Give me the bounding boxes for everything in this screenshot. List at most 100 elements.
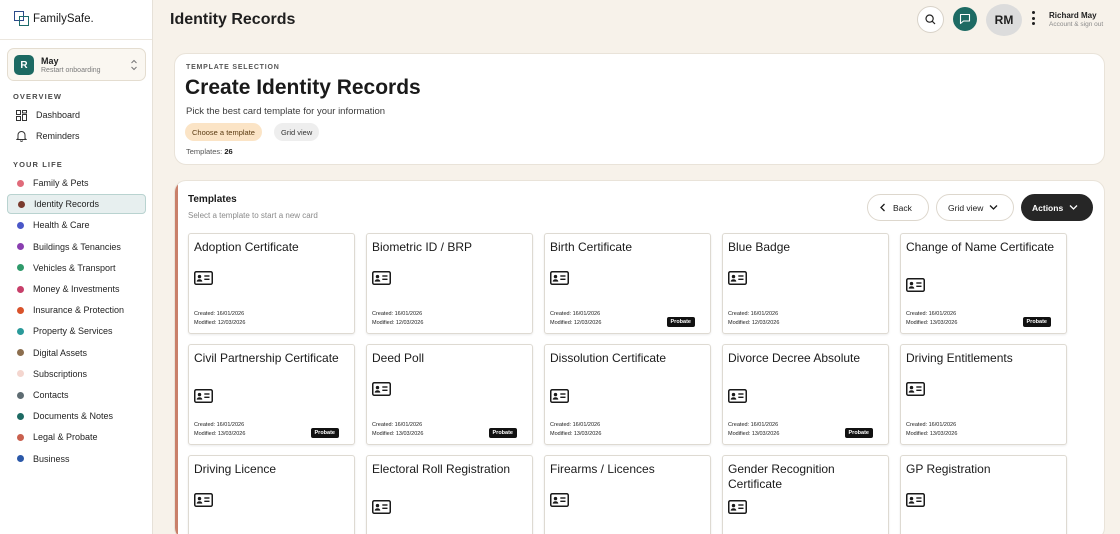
user-name: Richard May <box>1049 11 1097 20</box>
chevron-down-icon <box>989 205 998 210</box>
sidebar-item-label: Business <box>33 453 70 464</box>
probate-badge: Probate <box>488 428 517 438</box>
created-date: Created: 16/01/2026 <box>550 422 601 428</box>
template-name: Gender Recognition Certificate <box>728 462 835 491</box>
divider <box>0 39 152 40</box>
sidebar-item-contacts[interactable]: Contacts <box>7 385 146 405</box>
sidebar-item-label: Subscriptions <box>33 368 88 379</box>
modified-date: Modified: 13/03/2026 <box>906 430 958 437</box>
template-card[interactable]: Deed Poll Created: 16/01/2026 Modified: 13… <box>366 344 533 445</box>
template-selection-card: TEMPLATE SELECTION Create Identity Recor… <box>174 53 1105 165</box>
template-count-value: 26 <box>224 147 233 156</box>
created-date: Created: 16/01/2026 <box>194 311 245 317</box>
sidebar-item-identity-records[interactable]: Identity Records <box>7 194 146 215</box>
sidebar-item-buildings-tenancies[interactable]: Buildings & Tenancies <box>7 237 146 257</box>
id-card-icon <box>550 493 569 507</box>
template-name: Blue Badge <box>728 240 791 254</box>
category-dot-icon <box>17 221 24 229</box>
more-options-icon[interactable] <box>1029 10 1037 26</box>
created-date: Created: 16/01/2026 <box>906 422 957 428</box>
sidebar-item-dashboard[interactable]: Dashboard <box>7 105 146 125</box>
sidebar-item-legal-probate[interactable]: Legal & Probate <box>7 427 146 447</box>
template-card[interactable]: Electoral Roll Registration <box>366 455 533 534</box>
sidebar-item-money-investments[interactable]: Money & Investments <box>7 279 146 299</box>
sidebar-item-vehicles-transport[interactable]: Vehicles & Transport <box>7 258 146 278</box>
sidebar-item-label: Buildings & Tenancies <box>33 241 121 252</box>
restart-onboarding-link[interactable]: Restart onboarding <box>41 67 101 74</box>
sidebar-item-label: Health & Care <box>33 220 90 231</box>
dashboard-icon <box>15 109 27 121</box>
template-dates: Created: 16/01/2026 Modified: 13/03/2026 <box>550 421 601 438</box>
id-card-icon <box>194 493 213 507</box>
template-card[interactable]: Civil Partnership Certificate Created: 16… <box>188 344 355 445</box>
created-date: Created: 16/01/2026 <box>372 422 423 428</box>
template-dates: Created: 16/01/2026 Modified: 13/03/2026 <box>194 421 245 438</box>
choose-template-chip[interactable]: Choose a template <box>185 123 262 141</box>
view-mode-dropdown[interactable]: Grid view <box>936 194 1014 221</box>
template-dates: Created: 16/01/2026 Modified: 12/03/2026 <box>728 310 779 327</box>
template-name: Divorce Decree Absolute <box>728 351 861 365</box>
template-card[interactable]: Divorce Decree Absolute Created: 16/01/20… <box>722 344 889 445</box>
sidebar-item-label: Contacts <box>33 390 69 400</box>
sidebar-item-family-pets[interactable]: Family & Pets <box>7 173 146 193</box>
your-life-section-label: YOUR LIFE <box>13 160 63 169</box>
actions-button[interactable]: Actions <box>1021 194 1093 221</box>
id-card-icon <box>372 382 391 396</box>
grid-view-chip[interactable]: Grid view <box>274 123 320 141</box>
chat-icon <box>959 13 971 25</box>
template-card[interactable]: Driving Entitlements Created: 16/01/2026 M… <box>900 344 1067 445</box>
template-card[interactable]: Driving Licence <box>188 455 355 534</box>
template-card[interactable]: Blue Badge Created: 16/01/2026 Modified: 1… <box>722 233 889 334</box>
category-dot-icon <box>17 306 24 314</box>
sidebar-item-health-care[interactable]: Health & Care <box>7 215 146 235</box>
sidebar-item-label: Vehicles & Transport <box>33 262 116 273</box>
sidebar-item-reminders[interactable]: Reminders <box>7 126 146 146</box>
section-eyebrow: TEMPLATE SELECTION <box>186 64 280 71</box>
chat-button[interactable] <box>953 7 977 31</box>
account-switcher[interactable]: R May Restart onboarding <box>7 48 146 81</box>
template-dates: Created: 16/01/2026 Modified: 13/03/2026 <box>372 421 423 438</box>
id-card-icon <box>906 493 925 507</box>
id-card-icon <box>194 271 213 285</box>
category-dot-icon <box>17 327 24 335</box>
template-card[interactable]: Birth Certificate Created: 16/01/2026 Modi… <box>544 233 711 334</box>
template-name: Biometric ID / BRP <box>372 240 473 254</box>
sidebar-item-label: Dashboard <box>36 110 81 120</box>
user-menu[interactable]: Richard May Account & sign out <box>1049 11 1103 28</box>
category-dot-icon <box>17 349 24 357</box>
back-button[interactable]: Back <box>867 194 929 221</box>
template-card[interactable]: Firearms / Licences <box>544 455 711 534</box>
brand-logo[interactable]: FamilySafe. <box>14 10 94 28</box>
created-date: Created: 16/01/2026 <box>372 311 423 317</box>
sidebar-item-property-services[interactable]: Property & Services <box>7 321 146 341</box>
probate-badge: Probate <box>844 428 873 438</box>
panel-title: Templates <box>188 194 237 205</box>
template-name: Dissolution Certificate <box>550 351 667 365</box>
search-button[interactable] <box>917 6 944 33</box>
template-card[interactable]: Dissolution Certificate Created: 16/01/20… <box>544 344 711 445</box>
account-signout-link[interactable]: Account & sign out <box>1049 21 1103 28</box>
bell-icon <box>15 130 27 142</box>
search-icon <box>925 14 936 25</box>
template-card[interactable]: Biometric ID / BRP Created: 16/01/2026 Mod… <box>366 233 533 334</box>
template-card[interactable]: Gender Recognition Certificate <box>722 455 889 534</box>
probate-badge: Probate <box>1022 317 1051 327</box>
category-dot-icon <box>17 179 24 187</box>
sidebar-item-label: Family & Pets <box>33 178 89 188</box>
user-avatar[interactable]: RM <box>986 4 1022 36</box>
modified-date: Modified: 12/03/2026 <box>372 319 424 326</box>
id-card-icon <box>550 389 569 403</box>
template-card[interactable]: Adoption Certificate Created: 16/01/2026 M… <box>188 233 355 334</box>
sidebar-item-digital-assets[interactable]: Digital Assets <box>7 343 146 363</box>
sidebar-item-business[interactable]: Business <box>7 449 146 469</box>
template-card[interactable]: Change of Name Certificate Created: 16/01… <box>900 233 1067 334</box>
sidebar-item-subscriptions[interactable]: Subscriptions <box>7 364 146 384</box>
modified-date: Modified: 12/03/2026 <box>550 319 602 326</box>
created-date: Created: 16/01/2026 <box>906 311 957 317</box>
template-dates: Created: 16/01/2026 Modified: 13/03/2026 <box>906 421 957 438</box>
template-name: Electoral Roll Registration <box>372 462 511 476</box>
sidebar-item-insurance-protection[interactable]: Insurance & Protection <box>7 300 146 320</box>
sidebar-item-documents-notes[interactable]: Documents & Notes <box>7 406 146 426</box>
template-card[interactable]: GP Registration <box>900 455 1067 534</box>
id-card-icon <box>728 271 747 285</box>
